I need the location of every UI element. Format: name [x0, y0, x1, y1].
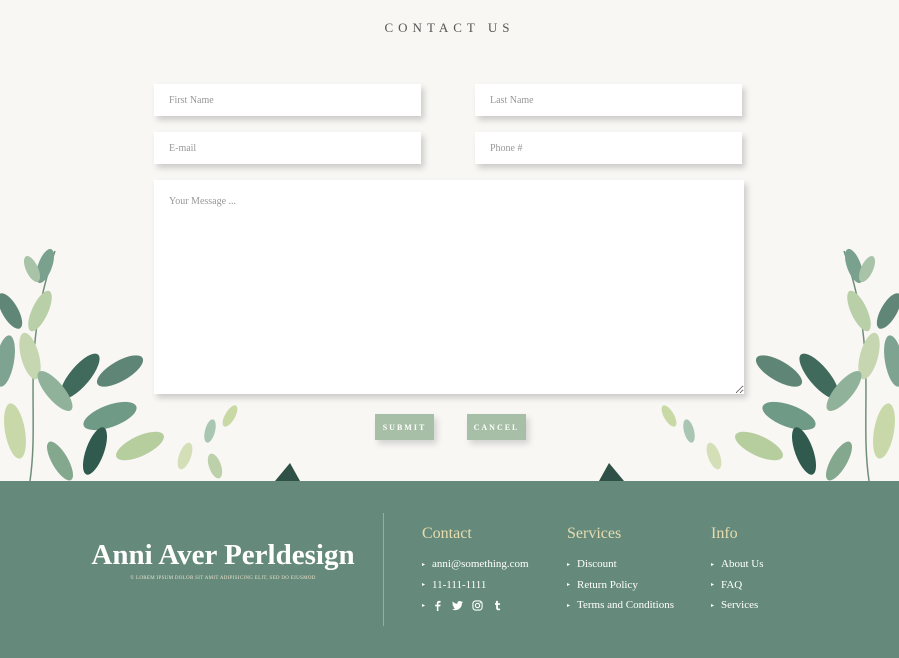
services-link[interactable]: ▸ Terms and Conditions: [567, 595, 674, 616]
tumblr-icon[interactable]: [492, 600, 503, 611]
footer-services-column: Services ▸ Discount ▸ Return Policy ▸ Terms…: [567, 525, 674, 616]
info-heading: Info: [711, 525, 738, 542]
leaves-decoration-left: [0, 248, 300, 481]
info-link[interactable]: ▸ About Us: [711, 554, 764, 575]
submit-button[interactable]: SUBMIT: [375, 414, 434, 440]
services-heading: Services: [567, 525, 622, 542]
last-name-field[interactable]: [475, 84, 742, 116]
chevron-right-icon: ▸: [711, 582, 715, 589]
services-link[interactable]: ▸ Return Policy: [567, 575, 674, 596]
info-link-label[interactable]: FAQ: [721, 579, 742, 591]
contact-heading: Contact: [422, 525, 472, 542]
contact-phone-item: ▸ 11-111-1111: [422, 575, 529, 596]
social-links: [432, 600, 503, 611]
contact-section: CONTACT US SUBMIT CANCEL: [0, 0, 899, 481]
chevron-right-icon: ▸: [711, 561, 715, 568]
social-links-item: ▸: [422, 595, 529, 616]
leaves-decoration-right: [599, 248, 899, 481]
contact-email-item[interactable]: ▸ anni@something.com: [422, 554, 529, 575]
chevron-right-icon: ▸: [422, 561, 426, 568]
footer: Anni Aver Perldesign © LOREM IPSUM DOLOR…: [0, 481, 899, 658]
facebook-icon[interactable]: [432, 600, 443, 611]
chevron-right-icon: ▸: [711, 602, 715, 609]
brand-tagline: © LOREM IPSUM DOLOR SIT AMIT ADIPISICING…: [130, 576, 316, 581]
brand: Anni Aver Perldesign © LOREM IPSUM DOLOR…: [88, 539, 358, 581]
services-link-label[interactable]: Terms and Conditions: [577, 599, 674, 611]
chevron-right-icon: ▸: [422, 602, 426, 609]
chevron-right-icon: ▸: [567, 602, 571, 609]
services-link-label[interactable]: Return Policy: [577, 579, 638, 591]
info-link[interactable]: ▸ Services: [711, 595, 764, 616]
instagram-icon[interactable]: [472, 600, 483, 611]
services-link[interactable]: ▸ Discount: [567, 554, 674, 575]
footer-contact-column: Contact ▸ anni@something.com ▸ 11-111-1111…: [422, 525, 529, 616]
chevron-right-icon: ▸: [567, 582, 571, 589]
cancel-button[interactable]: CANCEL: [467, 414, 526, 440]
first-name-field[interactable]: [154, 84, 421, 116]
phone-field[interactable]: [475, 132, 742, 164]
services-link-label[interactable]: Discount: [577, 558, 617, 570]
info-link[interactable]: ▸ FAQ: [711, 575, 764, 596]
chevron-right-icon: ▸: [422, 582, 426, 589]
chevron-right-icon: ▸: [567, 561, 571, 568]
contact-email[interactable]: anni@something.com: [432, 558, 529, 570]
brand-name: Anni Aver Perldesign: [91, 539, 355, 571]
twitter-icon[interactable]: [452, 600, 464, 611]
footer-info-column: Info ▸ About Us ▸ FAQ ▸ Services: [711, 525, 764, 616]
info-link-label[interactable]: Services: [721, 599, 758, 611]
page-title: CONTACT US: [384, 20, 515, 35]
footer-divider: [383, 513, 384, 626]
contact-phone: 11-111-1111: [432, 578, 487, 591]
info-link-label[interactable]: About Us: [721, 558, 763, 570]
email-field[interactable]: [154, 132, 421, 164]
